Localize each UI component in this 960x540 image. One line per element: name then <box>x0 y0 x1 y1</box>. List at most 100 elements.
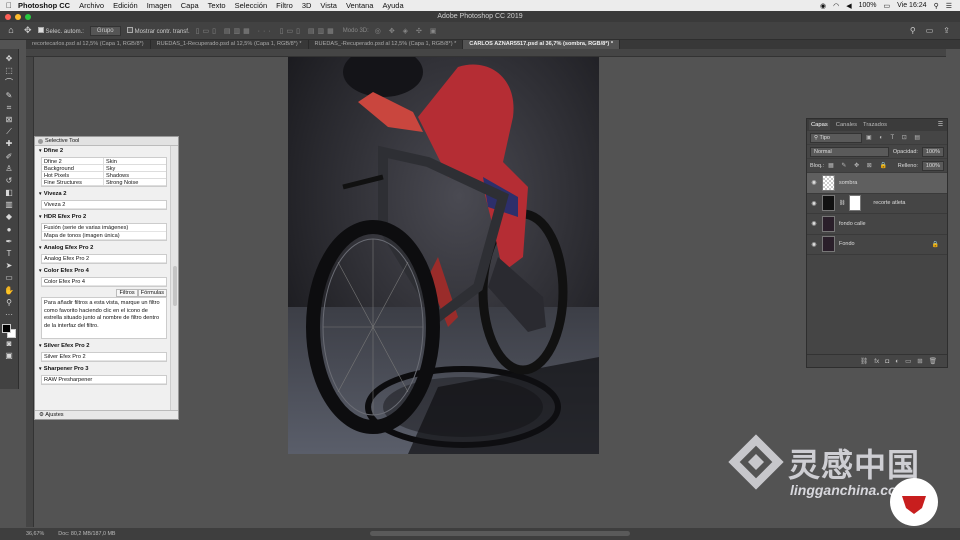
menu-3d[interactable]: 3D <box>302 1 312 10</box>
menu-edicion[interactable]: Edición <box>113 1 138 10</box>
eye-icon[interactable]: ◉ <box>810 241 818 248</box>
distribute-icons[interactable]: ▯▭▯ ▤▥▦ <box>280 27 337 35</box>
clone-stamp-icon[interactable]: ♙ <box>3 163 16 175</box>
tab-filtros[interactable]: Filtros <box>116 289 138 297</box>
healing-brush-icon[interactable]: ✚ <box>3 138 16 150</box>
type-tool-icon[interactable]: T <box>3 248 16 260</box>
menu-vista[interactable]: Vista <box>320 1 337 10</box>
screen-mode-icon[interactable]: ▣ <box>3 350 16 362</box>
section-hdr[interactable]: HDR Efex Pro 2 <box>35 212 171 222</box>
shape-tool-icon[interactable]: ▭ <box>3 272 16 284</box>
list-item[interactable]: Background <box>42 165 104 172</box>
volume-icon[interactable]: ◀ <box>846 2 851 10</box>
list-item[interactable]: Shadows <box>104 172 166 179</box>
filter-icons[interactable]: ▣ ◐ T ⊡ ▤ <box>866 134 923 141</box>
section-analog[interactable]: Analog Efex Pro 2 <box>35 243 171 253</box>
doc-tab[interactable]: RUEDAS_1-Recuperado.psd al 12,5% (Capa 1… <box>151 40 309 49</box>
tab-formulas[interactable]: Fórmulas <box>137 289 167 297</box>
layer-row-fondo-calle[interactable]: ◉ fondo calle <box>807 214 947 235</box>
layer-name[interactable]: recorte atleta <box>873 200 905 206</box>
layer-name[interactable]: fondo calle <box>839 221 866 227</box>
zoom-window-button[interactable] <box>25 14 31 20</box>
home-icon[interactable]: ⌂ <box>4 25 18 37</box>
tab-canales[interactable]: Canales <box>836 122 857 128</box>
trash-icon[interactable]: 🗑 <box>929 357 937 365</box>
apple-icon[interactable]:  <box>0 1 18 10</box>
search-icon[interactable]: ⚲ <box>934 2 939 10</box>
section-dfine[interactable]: Dfine 2 <box>35 146 171 156</box>
marquee-tool-icon[interactable]: ⬚ <box>3 65 16 77</box>
list-item[interactable]: Sky <box>104 165 166 172</box>
wifi-icon[interactable]: ◠ <box>833 2 839 10</box>
blur-tool-icon[interactable]: ◆ <box>3 211 16 223</box>
hand-tool-icon[interactable]: ✋ <box>3 285 16 297</box>
menu-imagen[interactable]: Imagen <box>147 1 172 10</box>
selective-tool-header[interactable]: Selective Tool <box>35 137 178 146</box>
brush-tool-icon[interactable]: ✐ <box>3 151 16 163</box>
eye-icon[interactable]: ◉ <box>810 179 818 186</box>
doc-tab-active[interactable]: CARLOS AZNAR5517.psd al 36,7% (sombra, R… <box>463 40 621 49</box>
layer-filter-dropdown[interactable]: ⚲ Tipo <box>810 132 862 143</box>
autoselect-checkbox[interactable]: Selec. autom.: <box>37 26 84 35</box>
autoselect-dropdown[interactable]: Grupo <box>89 25 121 36</box>
layer-row-sombra[interactable]: ◉ sombra <box>807 173 947 194</box>
path-select-icon[interactable]: ➤ <box>3 260 16 272</box>
menu-texto[interactable]: Texto <box>208 1 226 10</box>
move-tool-icon[interactable]: ✥ <box>3 53 16 65</box>
eyedropper-tool-icon[interactable]: ⟋ <box>3 126 16 138</box>
document-canvas[interactable] <box>288 57 599 454</box>
chain-icon[interactable]: ⛓ <box>839 200 845 206</box>
menu-archivo[interactable]: Archivo <box>79 1 104 10</box>
close-window-button[interactable] <box>5 14 11 20</box>
foreground-color[interactable] <box>2 324 11 334</box>
lock-icons[interactable]: ▦ ✎ ✥ ⊠ 🔒 <box>828 162 890 169</box>
share-icon[interactable]: ⇪ <box>943 26 950 35</box>
list-icon[interactable]: ☰ <box>946 2 952 10</box>
clock[interactable]: Vie 16:24 <box>897 2 926 9</box>
ruler-horizontal[interactable] <box>26 49 946 57</box>
fx-icon[interactable]: fx <box>874 358 879 365</box>
show-transform-checkbox[interactable]: Mostrar contr. transf. <box>126 26 190 35</box>
move-tool-icon[interactable]: ✥ <box>24 25 32 36</box>
list-item[interactable]: Fine Structures <box>42 179 104 186</box>
menu-ventana[interactable]: Ventana <box>346 1 374 10</box>
list-item[interactable]: Color Efex Pro 4 <box>42 278 166 286</box>
quick-select-tool-icon[interactable]: ✎ <box>3 90 16 102</box>
link-layers-icon[interactable]: ⛓ <box>860 357 868 365</box>
list-item[interactable]: Silver Efex Pro 2 <box>42 353 166 361</box>
tab-capas[interactable]: Capas <box>809 120 830 130</box>
app-menu[interactable]: Photoshop CC <box>18 1 70 10</box>
align-icons[interactable]: ▯▭▯ ▤▥▦ ··· <box>196 27 274 35</box>
list-item[interactable]: Strong Noise <box>104 179 166 186</box>
list-item[interactable]: Viveza 2 <box>42 201 166 209</box>
zoom-level[interactable]: 36,67% <box>26 531 44 537</box>
adjustment-layer-icon[interactable]: ◐ <box>895 358 899 365</box>
minimize-window-button[interactable] <box>15 14 21 20</box>
doc-size[interactable]: Doc: 80,2 MB/187,0 MB <box>58 531 115 537</box>
settings-footer[interactable]: ⚙ Ajustes <box>35 410 178 419</box>
color-swatches[interactable] <box>2 324 16 339</box>
list-item[interactable]: Hot Pixels <box>42 172 104 179</box>
blend-mode-dropdown[interactable]: Normal <box>810 146 889 157</box>
menu-filtro[interactable]: Filtro <box>276 1 293 10</box>
layer-name[interactable]: sombra <box>839 180 857 186</box>
lasso-tool-icon[interactable]: ⌒ <box>3 77 16 89</box>
section-sharpener[interactable]: Sharpener Pro 3 <box>35 364 171 374</box>
panel-menu-icon[interactable]: ☰ <box>938 122 943 128</box>
eye-icon[interactable]: ◉ <box>810 220 818 227</box>
history-brush-icon[interactable]: ↺ <box>3 175 16 187</box>
new-group-icon[interactable]: ▭ <box>905 357 911 365</box>
workspace-icon[interactable]: ▭ <box>926 26 934 35</box>
menu-capa[interactable]: Capa <box>181 1 199 10</box>
layer-row-fondo[interactable]: ◉ Fondo 🔒 <box>807 235 947 255</box>
layer-name[interactable]: Fondo <box>839 241 855 247</box>
crop-tool-icon[interactable]: ⌗ <box>3 102 16 114</box>
new-layer-icon[interactable]: ⊞ <box>917 357 922 365</box>
fill-input[interactable]: 100% <box>921 160 944 171</box>
mode3d-icons[interactable]: ◎ ✥ ◈ ✣ ▣ <box>375 27 440 35</box>
layer-row-recorte-atleta[interactable]: ◉ ⛓ recorte atleta <box>807 194 947 214</box>
gradient-tool-icon[interactable]: ▥ <box>3 199 16 211</box>
zoom-tool-icon[interactable]: ⚲ <box>3 297 16 309</box>
menu-ayuda[interactable]: Ayuda <box>382 1 403 10</box>
doc-tab[interactable]: RUEDAS_-Recuperado.psd al 12,5% (Capa 1,… <box>309 40 464 49</box>
